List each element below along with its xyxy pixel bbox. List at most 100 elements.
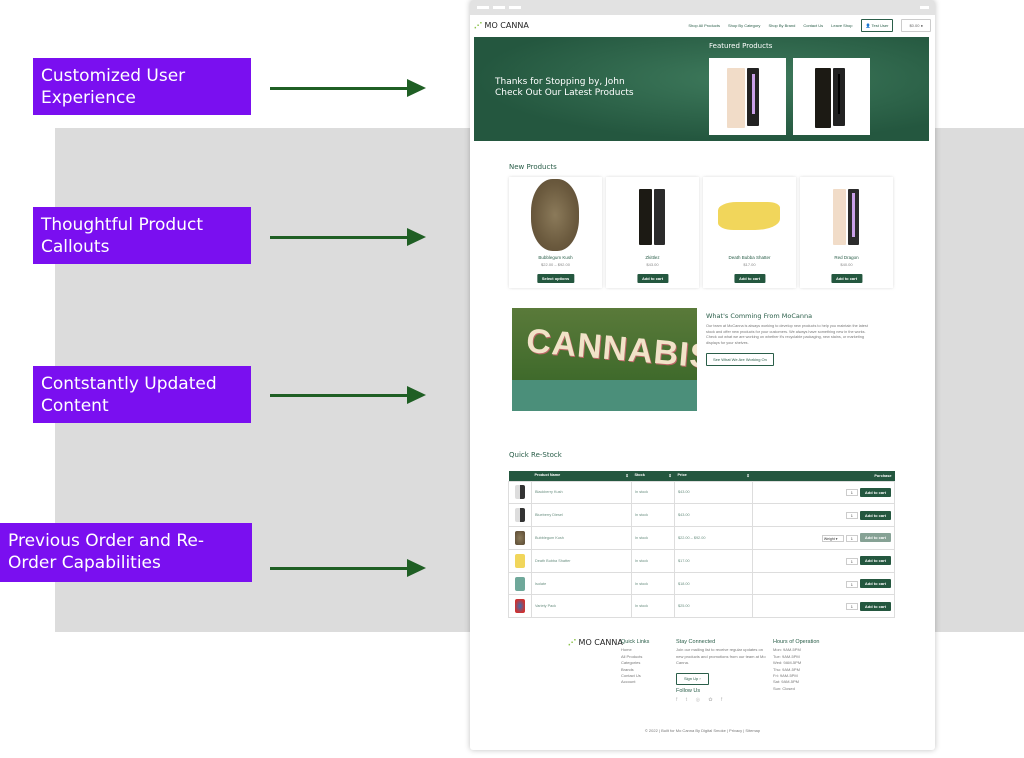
callout-reorder: Previous Order and Re-Order Capabilities [0, 523, 252, 582]
product-card[interactable]: Red Dragon $40.00 Add to cart [800, 177, 893, 288]
product-card[interactable]: Death Bubba Shatter $17.00 Add to cart [703, 177, 796, 288]
table-row: Blackberry Kush In stock $43.00 1 Add to … [508, 480, 895, 505]
yelp-icon[interactable]: ✿ [708, 697, 712, 703]
hero-greeting: Thanks for Stopping by, John Check Out Ou… [495, 77, 634, 98]
facebook-icon[interactable]: f [721, 697, 722, 703]
footer-logo[interactable]: ⋰ MO CANNA [568, 639, 623, 647]
product-price: $22.00 – $92.00 [541, 262, 570, 267]
featured-product[interactable] [793, 58, 870, 135]
quantity-input[interactable]: 1 [845, 534, 858, 542]
user-name: Test User [871, 23, 889, 28]
twitter-icon[interactable]: t [686, 697, 687, 703]
website-mockup: ⋰ MO CANNA Shop All Products Shop By Cat… [470, 0, 935, 750]
col-purchase: Purchase [752, 471, 895, 481]
col-product-name[interactable]: Product Name ⇕ [531, 471, 632, 481]
product-name[interactable]: Death Bubba Shatter [703, 255, 796, 260]
see-working-on-button[interactable]: See What We Are Working On [706, 353, 774, 367]
whats-coming-body: Our team at MoCanna is always working to… [706, 324, 868, 345]
add-to-cart-button[interactable]: Add to cart [859, 579, 891, 589]
select-options-button[interactable]: Select options [536, 274, 575, 283]
product-card[interactable]: Zkittlez $43.00 Add to cart [606, 177, 699, 288]
new-products-title: New Products [509, 163, 557, 171]
product-thumbnail [515, 553, 525, 568]
product-image [531, 179, 579, 251]
product-name[interactable]: Variety Pack [531, 594, 632, 619]
table-row: Death Bubba Shatter In stock $17.00 1 Add… [508, 548, 895, 573]
stock-status: In stock [631, 503, 675, 528]
callout-customized-experience: Customized User Experience [33, 58, 251, 115]
product-thumbnail [515, 508, 525, 523]
add-to-cart-button[interactable]: Add to cart [859, 533, 891, 543]
facebook-icon[interactable]: f [676, 697, 677, 703]
col-price[interactable]: Price ⇕ [674, 471, 753, 481]
nav-shop-all[interactable]: Shop All Products [688, 23, 720, 28]
product-image [639, 189, 652, 245]
footer-quick-links: Quick Links Home All Products Categories Br… [621, 639, 649, 686]
nav-leave-shop[interactable]: Leave Shop [831, 23, 852, 28]
footer-hours: Hours of Operation Mon: 9AM-5PM Tue: 9AM-… [773, 639, 819, 692]
product-image [833, 189, 846, 245]
product-name[interactable]: Death Bubba Shatter [531, 548, 632, 573]
logo-text: MO CANNA [484, 21, 529, 30]
table-row: Variety Pack In stock $25.00 1 Add to car… [508, 594, 895, 619]
featured-title: Featured Products [709, 42, 773, 50]
restock-title: Quick Re-Stock [509, 451, 562, 459]
stock-status: In stock [631, 480, 675, 505]
add-to-cart-button[interactable]: Add to cart [733, 274, 766, 283]
product-name[interactable]: Blackberry Kush [531, 480, 632, 505]
product-name[interactable]: Red Dragon [800, 255, 893, 260]
price: $43.00 [674, 503, 753, 528]
nav-shop-category[interactable]: Shop By Category [728, 23, 760, 28]
add-to-cart-button[interactable]: Add to cart [859, 556, 891, 566]
quantity-input[interactable]: 1 [845, 489, 858, 497]
follow-us-title: Follow Us [676, 688, 701, 695]
nav-shop-brand[interactable]: Shop By Brand [768, 23, 795, 28]
product-image [718, 202, 780, 230]
hours-title: Hours of Operation [773, 639, 820, 645]
product-card[interactable]: Bubblegum Kush $22.00 – $92.00 Select op… [509, 177, 602, 288]
quantity-input[interactable]: 1 [845, 512, 858, 520]
quantity-input[interactable]: 1 [845, 603, 858, 611]
arrow-icon [270, 228, 426, 246]
product-name[interactable]: Blueberry Diesel [531, 503, 632, 528]
table-row: Isolate In stock $18.00 1 Add to cart [508, 571, 895, 596]
add-to-cart-button[interactable]: Add to cart [636, 274, 669, 283]
logo[interactable]: ⋰ MO CANNA [474, 21, 529, 30]
product-name[interactable]: Bubblegum Kush [531, 526, 632, 550]
sign-up-button[interactable]: Sign Up › [676, 672, 709, 686]
quantity-input[interactable]: 1 [845, 580, 858, 588]
featured-product[interactable] [709, 58, 786, 135]
product-name[interactable]: Bubblegum Kush [509, 255, 602, 260]
quick-links-title: Quick Links [621, 639, 650, 645]
add-to-cart-button[interactable]: Add to cart [830, 274, 863, 283]
instagram-icon[interactable]: ◎ [696, 697, 700, 703]
stock-status: In stock [631, 526, 675, 550]
weight-select[interactable]: Weight ▾ [821, 534, 844, 542]
cart-icon: ● [920, 23, 923, 28]
col-stock[interactable]: Stock ⇕ [631, 471, 675, 481]
cart-total: $0.00 [909, 23, 920, 28]
quantity-input[interactable]: 1 [845, 557, 858, 565]
arrow-icon [270, 386, 426, 404]
arrow-icon [270, 79, 426, 97]
add-to-cart-button[interactable]: Add to cart [859, 487, 891, 497]
main-nav: Shop All Products Shop By Category Shop … [688, 19, 931, 32]
table-row: Bubblegum Kush In stock $22.00 – $92.00 … [508, 526, 895, 550]
price: $22.00 – $92.00 [674, 526, 753, 550]
footer-link[interactable]: Account [621, 679, 649, 685]
product-thumbnail [515, 599, 525, 614]
nav-contact[interactable]: Contact Us [803, 23, 823, 28]
stock-status: In stock [631, 571, 675, 596]
product-name[interactable]: Zkittlez [606, 255, 699, 260]
add-to-cart-button[interactable]: Add to cart [859, 601, 891, 611]
product-name[interactable]: Isolate [531, 571, 632, 596]
cart-button[interactable]: $0.00 ● [901, 19, 931, 32]
user-button[interactable]: 👤 Test User [860, 19, 894, 32]
add-to-cart-button[interactable]: Add to cart [859, 510, 891, 520]
product-thumbnail [515, 485, 525, 500]
browser-chrome [470, 0, 935, 15]
product-price: $40.00 [840, 262, 853, 267]
price: $43.00 [674, 480, 753, 505]
arrow-icon [270, 559, 426, 577]
restock-table: Product Name ⇕ Stock ⇕ Price ⇕ Purchase Bla… [508, 471, 895, 619]
